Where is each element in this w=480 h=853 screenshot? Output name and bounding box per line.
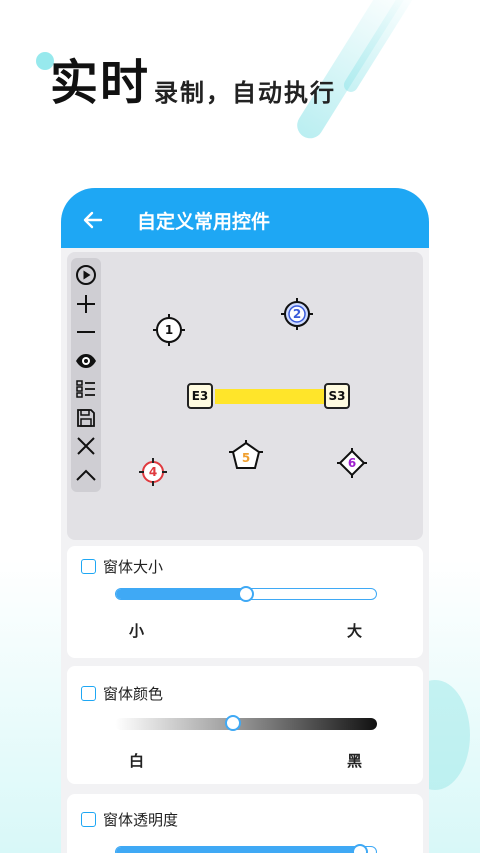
color-slider-thumb[interactable] xyxy=(224,715,241,731)
size-max-label: 大 xyxy=(347,622,363,640)
opacity-slider[interactable] xyxy=(115,844,377,853)
tap-marker[interactable]: 1 xyxy=(153,314,185,346)
marker-label: 2 xyxy=(292,307,302,321)
swipe-end-marker[interactable]: E3 xyxy=(187,383,213,409)
size-checkbox[interactable] xyxy=(81,558,96,574)
opacity-slider-fill xyxy=(116,847,361,853)
minus-icon[interactable] xyxy=(74,320,98,344)
marker-label: 5 xyxy=(241,451,251,465)
color-min-label: 白 xyxy=(129,752,145,770)
color-label: 窗体颜色 xyxy=(103,684,164,703)
opacity-checkbox[interactable] xyxy=(81,811,96,827)
marker-label: 4 xyxy=(148,465,158,479)
size-min-label: 小 xyxy=(129,622,145,640)
phone-screen: 自定义常用控件 1 2 E3 S3 4 5 6 窗体大小 小 大 窗体颜色 白 … xyxy=(61,188,429,853)
play-icon[interactable] xyxy=(74,263,98,287)
promo-headline: 实时 录制，自动执行 xyxy=(50,56,336,110)
tap-marker[interactable]: 4 xyxy=(139,458,167,486)
tap-marker[interactable]: 6 xyxy=(337,448,367,478)
chevron-up-icon[interactable] xyxy=(74,463,98,487)
headline-big: 实时 xyxy=(50,55,151,111)
headline-small: 录制，自动执行 xyxy=(154,79,337,107)
page-title: 自定义常用控件 xyxy=(137,210,271,233)
size-label: 窗体大小 xyxy=(103,557,164,576)
decor-stripe xyxy=(341,0,417,95)
window-color-card: 窗体颜色 白 黑 xyxy=(67,666,423,784)
eye-icon[interactable] xyxy=(74,349,98,373)
window-opacity-card: 窗体透明度 xyxy=(67,794,423,853)
plus-icon[interactable] xyxy=(74,292,98,316)
size-slider-fill xyxy=(116,589,246,599)
floating-toolbar xyxy=(71,258,101,492)
list-icon[interactable] xyxy=(74,377,98,401)
control-canvas[interactable]: 1 2 E3 S3 4 5 6 xyxy=(67,252,423,540)
opacity-slider-thumb[interactable] xyxy=(352,844,368,853)
close-icon[interactable] xyxy=(74,434,98,458)
tap-marker[interactable]: 5 xyxy=(229,440,263,472)
window-size-card: 窗体大小 小 大 xyxy=(67,546,423,658)
tap-marker[interactable]: 2 xyxy=(281,298,313,330)
color-slider[interactable] xyxy=(115,715,377,731)
swipe-start-marker[interactable]: S3 xyxy=(324,383,350,409)
color-checkbox[interactable] xyxy=(81,685,96,701)
save-icon[interactable] xyxy=(74,406,98,430)
color-max-label: 黑 xyxy=(347,752,363,770)
opacity-label: 窗体透明度 xyxy=(103,810,179,829)
marker-label: 1 xyxy=(164,323,174,337)
swipe-path[interactable] xyxy=(215,389,339,404)
app-titlebar: 自定义常用控件 xyxy=(61,188,429,248)
size-slider[interactable] xyxy=(115,586,377,602)
marker-label: 6 xyxy=(347,456,357,470)
back-arrow-icon[interactable] xyxy=(83,210,103,230)
size-slider-thumb[interactable] xyxy=(238,586,254,602)
